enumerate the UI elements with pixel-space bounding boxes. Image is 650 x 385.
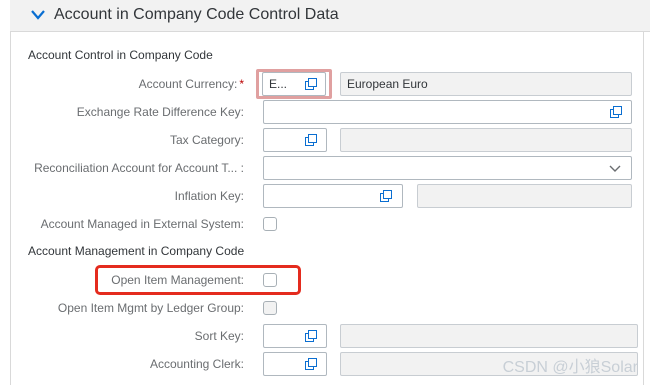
value-help-icon[interactable] — [305, 330, 317, 342]
accounting-clerk-input[interactable] — [263, 352, 327, 376]
sort-key-description — [340, 324, 638, 348]
tax-category-input[interactable] — [263, 128, 327, 152]
required-marker: * — [239, 77, 244, 91]
inflation-key-label: Inflation Key: — [174, 189, 244, 203]
value-help-icon[interactable] — [305, 358, 317, 370]
managed-external-checkbox[interactable] — [263, 217, 277, 231]
account-currency-label: Account Currency: * — [139, 77, 244, 91]
group-title-management: Account Management in Company Code — [28, 244, 245, 258]
sort-key-label: Sort Key: — [194, 329, 244, 343]
value-help-icon[interactable] — [380, 190, 392, 202]
reconciliation-select[interactable] — [263, 156, 632, 180]
open-item-mgmt-label: Open Item Management: — [111, 273, 244, 287]
group-title-control: Account Control in Company Code — [28, 48, 213, 62]
chevron-down-icon[interactable] — [609, 165, 621, 173]
exchange-rate-input[interactable] — [263, 100, 632, 124]
value-help-icon[interactable] — [610, 106, 622, 118]
open-item-mgmt-checkbox[interactable] — [263, 273, 277, 287]
inflation-key-description — [417, 184, 632, 208]
watermark: CSDN @小狼Solar — [502, 359, 638, 376]
open-item-ledger-label: Open Item Mgmt by Ledger Group: — [57, 301, 244, 315]
value-help-icon[interactable] — [305, 134, 317, 146]
account-currency-description-text: European Euro — [347, 77, 428, 91]
value-help-icon[interactable] — [305, 78, 317, 90]
managed-external-label: Account Managed in External System: — [40, 217, 244, 231]
sort-key-input[interactable] — [263, 324, 327, 348]
accounting-clerk-label: Accounting Clerk: — [149, 357, 244, 371]
tax-category-label: Tax Category: — [169, 133, 244, 147]
chevron-down-icon[interactable] — [31, 10, 45, 20]
section-title: Account in Company Code Control Data — [54, 6, 339, 23]
section-header[interactable]: Account in Company Code Control Data — [10, 0, 650, 32]
reconciliation-label: Reconciliation Account for Account T... … — [34, 161, 244, 175]
tax-category-description — [340, 128, 632, 152]
account-currency-description: European Euro — [340, 72, 632, 96]
exchange-rate-label: Exchange Rate Difference Key: — [76, 105, 244, 119]
account-currency-value: E... — [269, 77, 288, 91]
open-item-ledger-checkbox[interactable] — [263, 301, 277, 315]
account-currency-label-text: Account Currency: — [138, 77, 238, 91]
